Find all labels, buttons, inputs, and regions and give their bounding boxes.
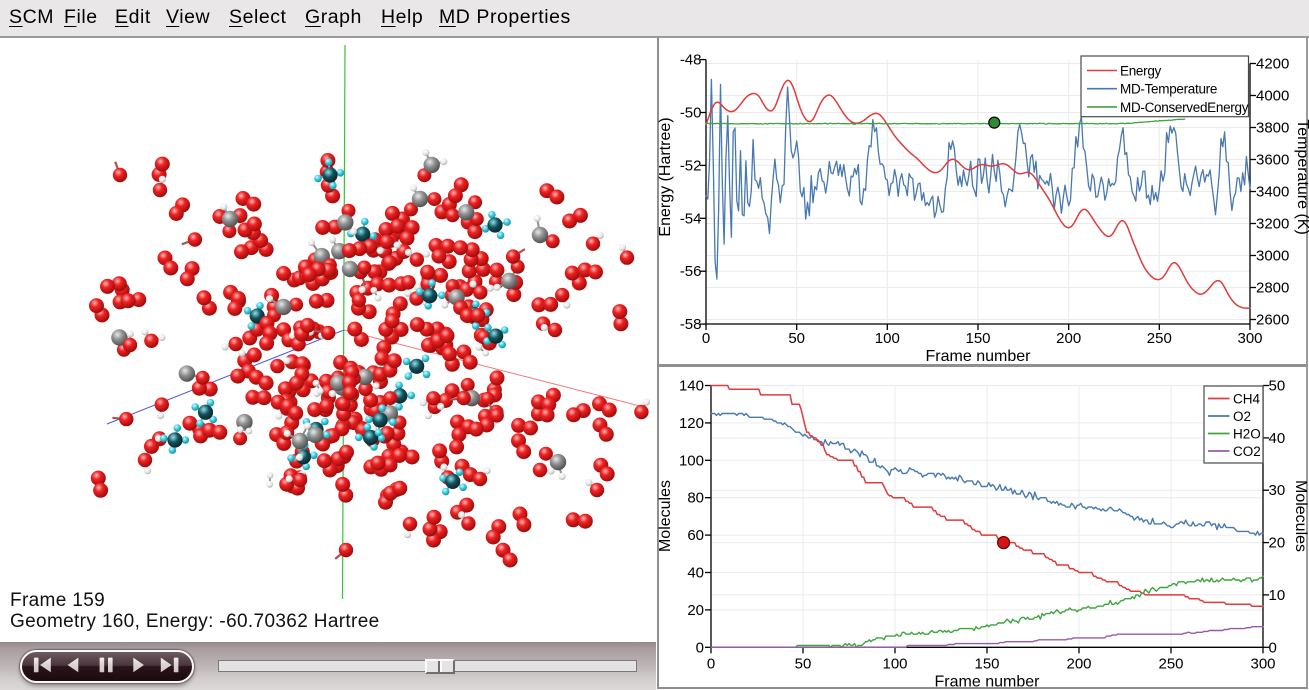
svg-text:Temperature (K): Temperature (K): [1294, 119, 1309, 235]
svg-text:Frame number: Frame number: [935, 673, 1041, 690]
svg-text:Frame number: Frame number: [926, 348, 1032, 365]
svg-text:-54: -54: [680, 210, 702, 227]
svg-text:2800: 2800: [1256, 280, 1289, 297]
svg-text:Molecules: Molecules: [657, 480, 674, 552]
svg-text:-58: -58: [680, 316, 702, 333]
svg-text:3400: 3400: [1256, 184, 1289, 201]
svg-text:10: 10: [1269, 587, 1286, 604]
svg-text:O2: O2: [1233, 409, 1251, 424]
svg-text:3600: 3600: [1256, 152, 1289, 169]
svg-text:80: 80: [687, 490, 704, 507]
svg-text:50: 50: [788, 330, 805, 347]
svg-text:300: 300: [1237, 330, 1262, 347]
svg-text:Energy (Hartree): Energy (Hartree): [657, 117, 674, 236]
svg-text:CH4: CH4: [1233, 392, 1260, 407]
svg-text:60: 60: [687, 527, 704, 544]
svg-text:50: 50: [1269, 378, 1286, 395]
svg-text:3200: 3200: [1256, 216, 1289, 233]
svg-text:20: 20: [1269, 535, 1286, 552]
svg-text:250: 250: [1147, 330, 1172, 347]
svg-text:0: 0: [1269, 639, 1277, 656]
svg-text:250: 250: [1158, 655, 1183, 672]
svg-text:-48: -48: [680, 52, 702, 69]
svg-text:-56: -56: [680, 263, 702, 280]
svg-text:Molecules: Molecules: [1292, 480, 1309, 552]
svg-text:40: 40: [1269, 430, 1286, 447]
svg-text:20: 20: [687, 602, 704, 619]
svg-text:2600: 2600: [1256, 312, 1289, 329]
svg-text:3800: 3800: [1256, 120, 1289, 137]
svg-text:40: 40: [687, 565, 704, 582]
svg-text:30: 30: [1269, 482, 1286, 499]
svg-text:MD-Temperature: MD-Temperature: [1120, 82, 1217, 97]
svg-text:300: 300: [1250, 655, 1275, 672]
svg-text:50: 50: [795, 655, 812, 672]
svg-text:100: 100: [875, 330, 900, 347]
svg-text:200: 200: [1066, 655, 1091, 672]
svg-text:150: 150: [965, 330, 990, 347]
svg-text:4000: 4000: [1256, 88, 1289, 105]
svg-text:4200: 4200: [1256, 56, 1289, 73]
svg-text:0: 0: [702, 330, 710, 347]
svg-text:-52: -52: [680, 157, 702, 174]
svg-text:100: 100: [679, 452, 704, 469]
svg-text:0: 0: [696, 639, 704, 656]
svg-text:Energy: Energy: [1120, 64, 1162, 79]
svg-text:3000: 3000: [1256, 248, 1289, 265]
svg-text:H2O: H2O: [1233, 427, 1261, 442]
svg-text:0: 0: [707, 655, 715, 672]
svg-text:100: 100: [882, 655, 907, 672]
svg-text:-50: -50: [680, 105, 702, 122]
svg-text:200: 200: [1056, 330, 1081, 347]
svg-text:CO2: CO2: [1233, 444, 1261, 459]
svg-text:140: 140: [679, 378, 704, 395]
svg-text:MD-ConservedEnergy: MD-ConservedEnergy: [1120, 100, 1249, 115]
svg-text:120: 120: [679, 415, 704, 432]
svg-text:150: 150: [974, 655, 999, 672]
